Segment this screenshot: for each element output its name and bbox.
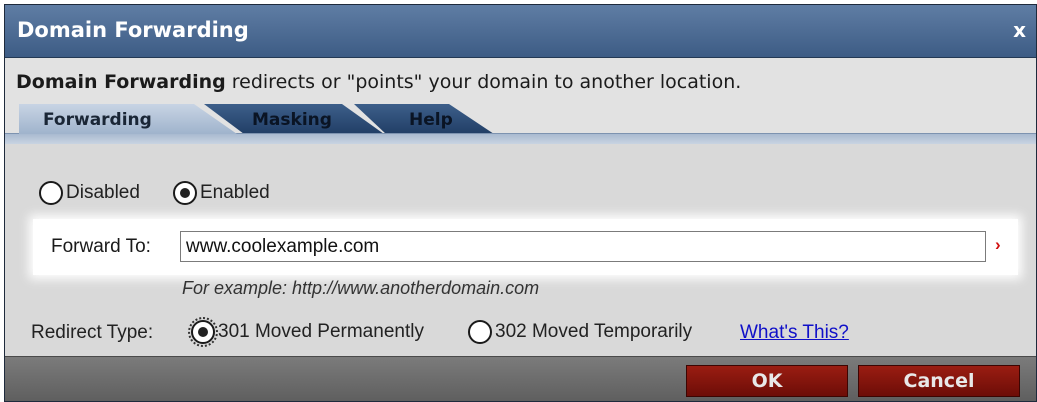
tab-forwarding[interactable]: Forwarding xyxy=(19,104,237,134)
whats-this-link[interactable]: What's This? xyxy=(740,322,849,344)
status-disabled-option[interactable]: Disabled xyxy=(39,181,140,205)
redirect-302-radio[interactable] xyxy=(468,320,492,344)
description-bold: Domain Forwarding xyxy=(16,71,226,93)
redirect-301-radio[interactable] xyxy=(188,317,218,347)
required-marker: › xyxy=(995,235,1001,254)
tab-masking[interactable]: Masking xyxy=(204,104,384,134)
forward-to-input[interactable] xyxy=(180,231,986,262)
dialog-title: Domain Forwarding xyxy=(17,18,249,42)
description-text: redirects or "points" your domain to ano… xyxy=(225,71,742,93)
redirect-302-option[interactable]: 302 Moved Temporarily xyxy=(468,320,692,344)
redirect-301-option[interactable]: 301 Moved Permanently xyxy=(188,317,424,347)
close-icon[interactable]: x xyxy=(1013,18,1026,42)
description: Domain Forwarding redirects or "points" … xyxy=(16,71,741,93)
tab-masking-label: Masking xyxy=(252,110,332,130)
disabled-label: Disabled xyxy=(66,182,140,203)
example-hint: For example: http://www.anotherdomain.co… xyxy=(182,278,540,298)
disabled-radio[interactable] xyxy=(39,181,63,205)
enabled-radio[interactable] xyxy=(173,181,197,205)
forwarding-panel: Disabled Enabled Forward To: › For examp… xyxy=(5,144,1036,357)
forward-to-row: Forward To: › xyxy=(33,219,1018,275)
domain-forwarding-dialog: Domain Forwarding x Domain Forwarding re… xyxy=(4,4,1037,402)
redirect-301-label: 301 Moved Permanently xyxy=(218,321,424,342)
redirect-302-label: 302 Moved Temporarily xyxy=(495,321,693,342)
forward-to-label: Forward To: xyxy=(51,236,151,257)
dialog-footer: OK Cancel xyxy=(5,356,1036,401)
tab-help-label: Help xyxy=(409,110,453,130)
tab-forwarding-label: Forwarding xyxy=(43,110,152,130)
title-bar[interactable]: Domain Forwarding x xyxy=(5,5,1036,58)
enabled-label: Enabled xyxy=(200,182,270,203)
ok-button[interactable]: OK xyxy=(686,365,848,397)
tab-underline xyxy=(5,133,1036,144)
dialog-header: Domain Forwarding redirects or "points" … xyxy=(5,58,1036,134)
cancel-button[interactable]: Cancel xyxy=(858,365,1020,397)
status-enabled-option[interactable]: Enabled xyxy=(173,181,270,205)
redirect-type-label: Redirect Type: xyxy=(31,322,154,343)
